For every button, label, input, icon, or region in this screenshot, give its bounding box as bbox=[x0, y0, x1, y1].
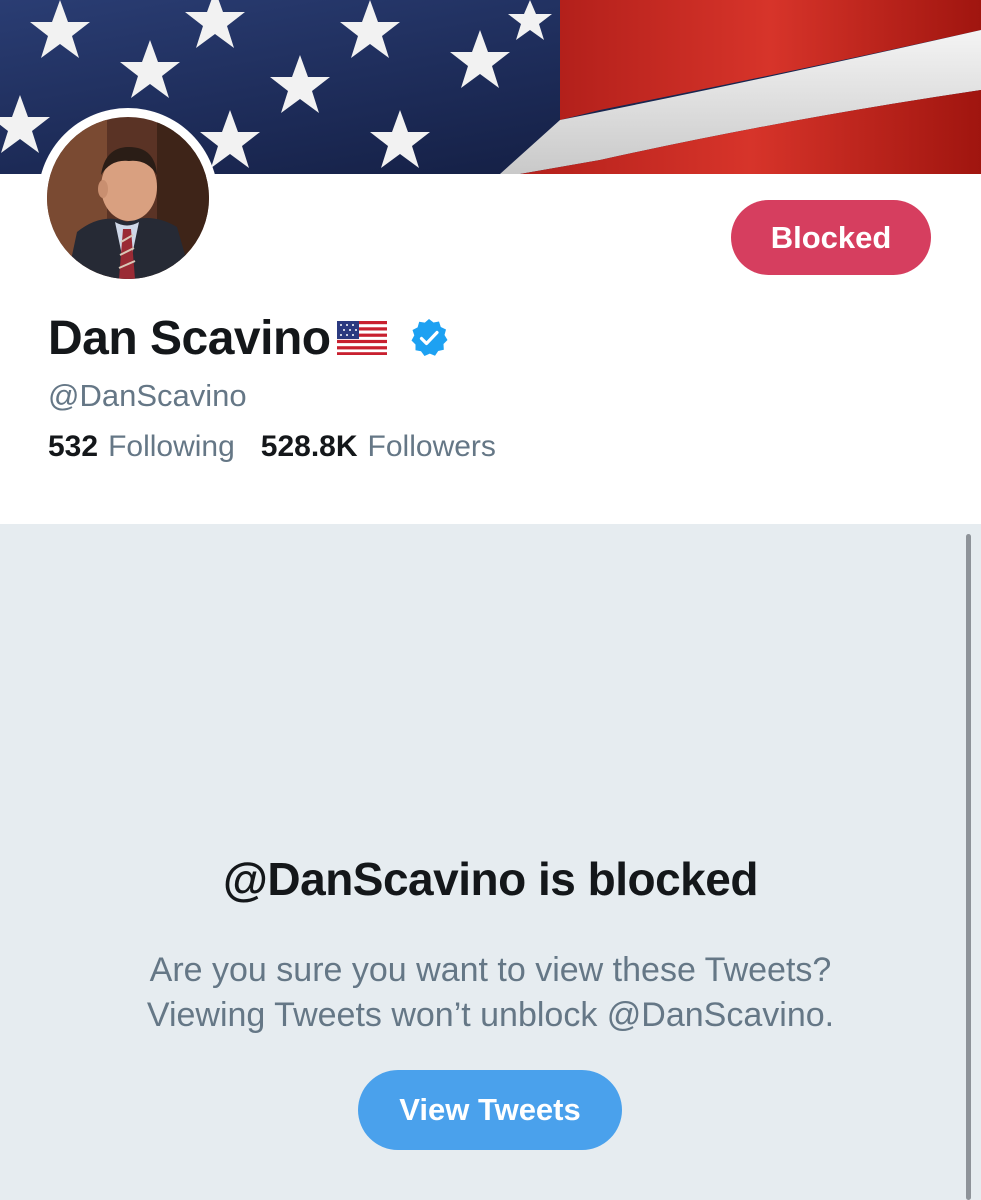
following-count: 532 bbox=[48, 430, 99, 463]
blocked-button[interactable]: Blocked bbox=[731, 200, 931, 275]
profile-stats: 532 Following 528.8K Followers bbox=[48, 430, 496, 464]
avatar-photo bbox=[47, 117, 209, 279]
following-stat[interactable]: 532 Following bbox=[48, 430, 235, 464]
profile-page: Blocked Dan Scavino @DanScavino 532 Foll… bbox=[0, 0, 981, 1200]
followers-count: 528.8K bbox=[260, 430, 358, 463]
following-label: Following bbox=[108, 430, 235, 463]
blocked-notice-line-1: Are you sure you want to view these Twee… bbox=[149, 951, 832, 989]
profile-name-row: Dan Scavino bbox=[48, 308, 449, 368]
blocked-notice-line-2: Viewing Tweets won’t unblock @DanScavino… bbox=[146, 996, 835, 1034]
verified-badge-icon bbox=[409, 318, 449, 358]
followers-label: Followers bbox=[367, 430, 496, 463]
profile-handle: @DanScavino bbox=[48, 378, 247, 413]
followers-stat[interactable]: 528.8K Followers bbox=[261, 430, 496, 464]
display-name: Dan Scavino bbox=[48, 311, 331, 365]
us-flag-icon bbox=[336, 321, 387, 355]
profile-avatar[interactable] bbox=[38, 108, 218, 288]
view-tweets-button[interactable]: View Tweets bbox=[358, 1070, 622, 1150]
blocked-notice-message: Are you sure you want to view these Twee… bbox=[0, 948, 981, 1038]
blocked-notice-title: @DanScavino is blocked bbox=[223, 853, 758, 905]
